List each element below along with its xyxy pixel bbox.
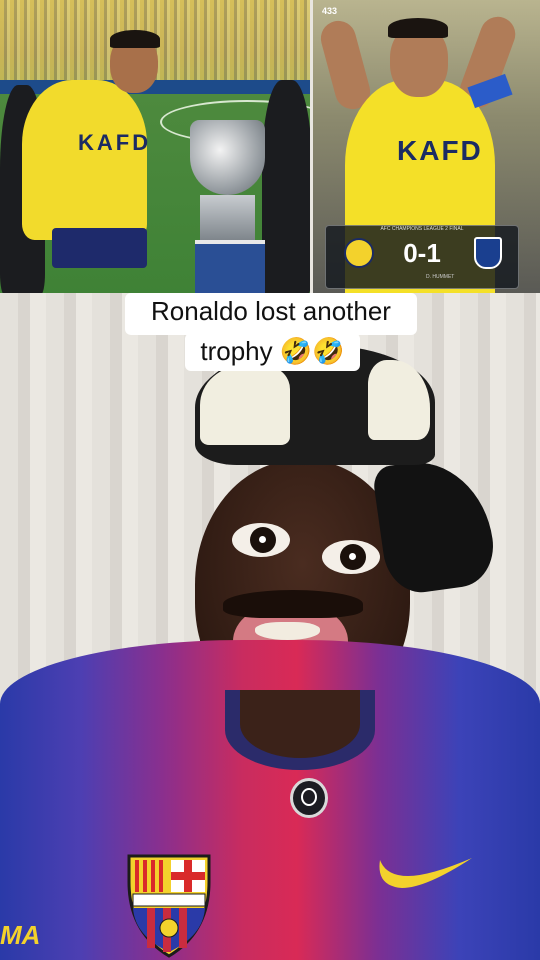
cap-white-panel-left xyxy=(200,365,290,445)
barcelona-jersey xyxy=(0,640,540,960)
ronaldo-yellow-shirt xyxy=(22,80,147,240)
caption-box-line2: trophy 🤣🤣 xyxy=(185,333,360,371)
gamba-osaka-badge-icon xyxy=(474,237,502,269)
trophy-cup xyxy=(190,120,265,195)
right-eye xyxy=(322,540,380,574)
caption-line2: trophy 🤣🤣 xyxy=(200,336,345,366)
sleeve-lettering: MA xyxy=(0,920,41,950)
trophy-base xyxy=(200,195,255,240)
jersey-sponsor-text: KAFD xyxy=(78,130,152,155)
top-left-photo: KAFD xyxy=(0,0,310,293)
ronaldo-hair xyxy=(110,30,160,48)
al-nassr-badge-icon xyxy=(344,238,374,268)
collar-neckline xyxy=(240,690,360,758)
left-eye xyxy=(232,523,290,557)
mustache xyxy=(223,590,363,618)
ronaldo-hair-closeup xyxy=(388,18,448,38)
scoreboard-overlay: AFC CHAMPIONS LEAGUE 2 FINAL 0-1 D. HUMM… xyxy=(325,225,519,289)
trophy-pedestal xyxy=(195,240,265,293)
ronaldo-shorts xyxy=(52,228,147,268)
caption-box-line1: Ronaldo lost another xyxy=(125,293,417,335)
jersey-sponsor-text-closeup: KAFD xyxy=(397,135,483,166)
scoreboard-competition: AFC CHAMPIONS LEAGUE 2 FINAL xyxy=(380,226,464,232)
fc-barcelona-crest-icon xyxy=(127,854,211,958)
teeth xyxy=(255,622,320,640)
referee-right xyxy=(262,80,310,293)
goal-scorer: D. HUMMET xyxy=(426,274,455,280)
collar-button-icon xyxy=(290,778,328,818)
caption-line1: Ronaldo lost another xyxy=(151,296,391,326)
match-score: 0-1 xyxy=(403,238,441,268)
source-watermark: 433 xyxy=(322,6,338,16)
swoosh-logo-icon xyxy=(379,858,472,888)
